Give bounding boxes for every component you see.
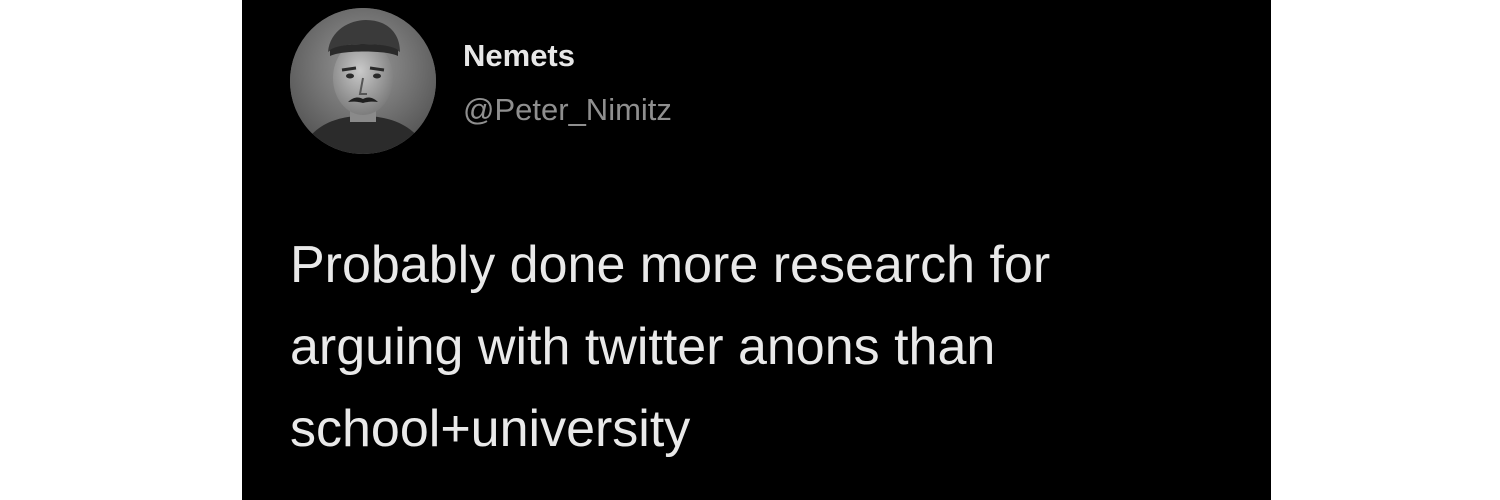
author-handle[interactable]: @Peter_Nimitz [463,90,672,130]
profile-photo-icon [290,8,436,154]
author-display-name[interactable]: Nemets [463,36,575,76]
avatar[interactable] [290,8,436,154]
tweet-text: Probably done more research for arguing … [290,224,1250,470]
screenshot-canvas: Nemets @Peter_Nimitz Probably done more … [0,0,1500,500]
tweet-text-line: school+university [290,400,691,458]
tweet-text-line: Probably done more research for [290,236,1051,294]
tweet-text-line: arguing with twitter anons than [290,318,996,376]
tweet-card: Nemets @Peter_Nimitz Probably done more … [242,0,1271,500]
